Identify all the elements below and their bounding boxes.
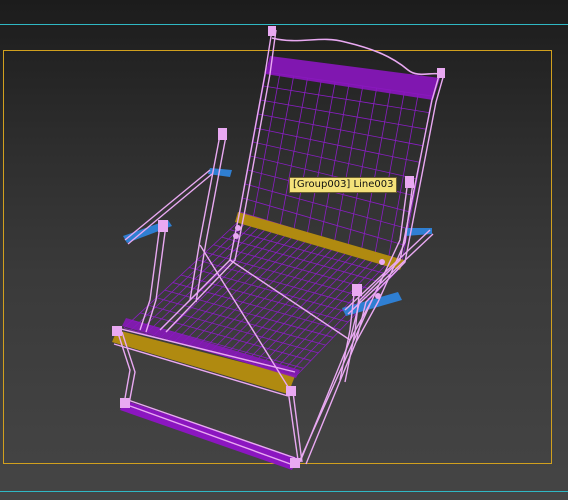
chair-wireframe-model[interactable] [0,0,568,500]
backrest-top-band [265,56,440,100]
3d-viewport[interactable]: [Group003] Line003 [0,0,568,500]
object-name-tooltip: [Group003] Line003 [289,177,398,193]
backrest-mesh [239,71,433,263]
chair-frame[interactable] [113,29,445,467]
